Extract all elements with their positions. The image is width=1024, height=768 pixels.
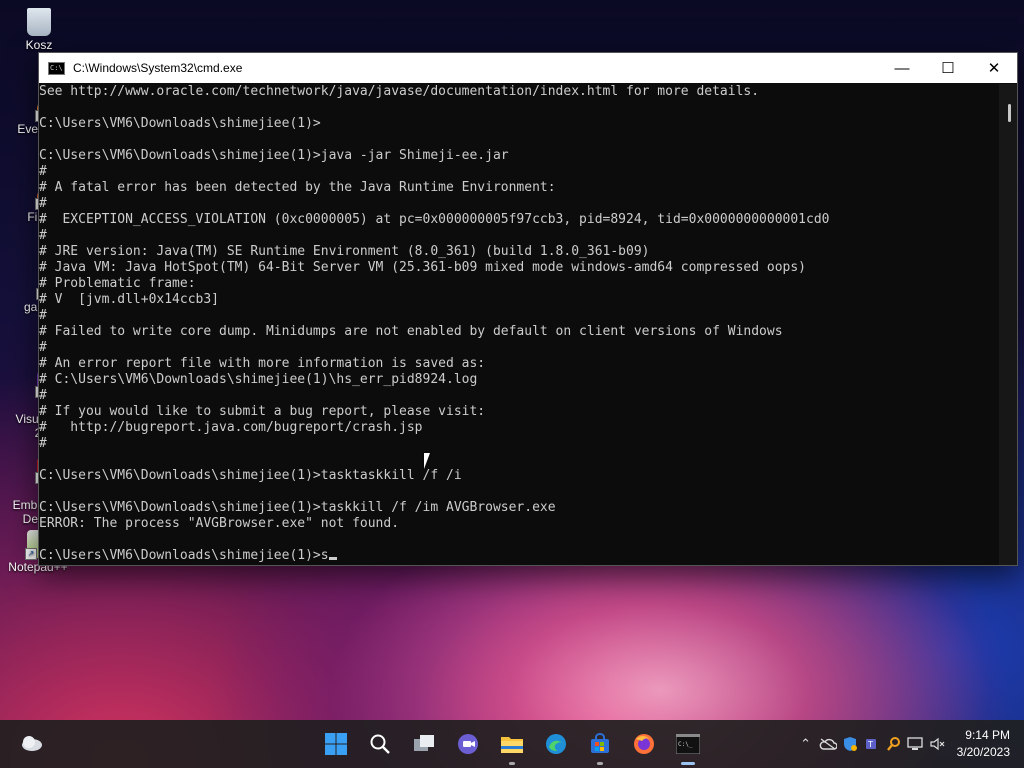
- terminal-button[interactable]: C:\_: [666, 720, 710, 768]
- close-icon: ✕: [987, 60, 1001, 77]
- console-line: # C:\Users\VM6\Downloads\shimejiee(1)\hs…: [39, 372, 478, 387]
- chat-icon: [458, 734, 478, 754]
- running-indicator: [681, 762, 695, 765]
- onedrive-icon[interactable]: [817, 720, 839, 768]
- running-indicator: [509, 762, 515, 765]
- clock-date: 3/20/2023: [956, 745, 1010, 759]
- console-line: C:\Users\VM6\Downloads\shimejiee(1)>: [39, 116, 321, 131]
- task-view-button[interactable]: [402, 720, 446, 768]
- close-button[interactable]: ✕: [971, 53, 1017, 83]
- teams-icon[interactable]: T: [861, 720, 883, 768]
- console-line: C:\Users\VM6\Downloads\shimejiee(1)>java…: [39, 148, 509, 163]
- mouse-cursor-icon: [424, 453, 430, 469]
- window-title: C:\Windows\System32\cmd.exe: [73, 61, 243, 75]
- edge-button[interactable]: [534, 720, 578, 768]
- running-indicator: [597, 762, 603, 765]
- system-tray: ⌃ T 9:14 PM 3/20/2023: [795, 720, 1024, 768]
- taskbar-apps: C:\_: [314, 720, 710, 768]
- console-line: # JRE version: Java(TM) SE Runtime Envir…: [39, 244, 650, 259]
- cmd-window[interactable]: C:\ C:\Windows\System32\cmd.exe — ☐ ✕ Se…: [38, 52, 1018, 566]
- window-titlebar[interactable]: C:\ C:\Windows\System32\cmd.exe — ☐ ✕: [39, 53, 1017, 83]
- console-line: #: [39, 388, 47, 403]
- svg-text:C:\_: C:\_: [678, 741, 693, 748]
- console-line: # http://bugreport.java.com/bugreport/cr…: [39, 420, 423, 435]
- console-line: #: [39, 196, 47, 211]
- svg-text:T: T: [867, 740, 873, 749]
- console-current-prompt[interactable]: C:\Users\VM6\Downloads\shimejiee(1)>s: [39, 548, 999, 564]
- store-icon: [591, 733, 609, 753]
- text-cursor: [328, 557, 337, 560]
- console-line: # Java VM: Java HotSpot(TM) 64-Bit Serve…: [39, 260, 807, 275]
- scrollbar-thumb[interactable]: [1008, 104, 1011, 122]
- search-button[interactable]: [358, 720, 402, 768]
- search-tool-icon[interactable]: [883, 720, 905, 768]
- maximize-icon: ☐: [941, 60, 955, 77]
- console-line: # A fatal error has been detected by the…: [39, 180, 556, 195]
- console-input-text: C:\Users\VM6\Downloads\shimejiee(1)>s: [39, 548, 329, 563]
- windows-logo-icon: [325, 733, 347, 755]
- taskbar-clock[interactable]: 9:14 PM 3/20/2023: [949, 727, 1024, 761]
- console-line: #: [39, 340, 47, 355]
- start-button[interactable]: [314, 720, 358, 768]
- console-line: ERROR: The process "AVGBrowser.exe" not …: [39, 516, 400, 531]
- network-icon[interactable]: [905, 720, 927, 768]
- cmd-icon: C:\_: [676, 734, 700, 754]
- console-line: # An error report file with more informa…: [39, 356, 486, 371]
- recycle-bin-icon: [27, 8, 51, 36]
- console-line: C:\Users\VM6\Downloads\shimejiee(1)>task…: [39, 468, 462, 483]
- desktop-icon-recycle-bin[interactable]: Kosz: [1, 8, 77, 52]
- console-line: #: [39, 436, 47, 451]
- task-view-icon: [414, 735, 434, 751]
- shortcut-arrow-icon: ↗: [25, 548, 37, 560]
- search-icon: [370, 734, 390, 754]
- console-line: #: [39, 164, 47, 179]
- minimize-icon: —: [894, 59, 910, 77]
- firefox-button[interactable]: [622, 720, 666, 768]
- console-line: # Failed to write core dump. Minidumps a…: [39, 324, 783, 339]
- console-line: C:\Users\VM6\Downloads\shimejiee(1)>task…: [39, 500, 556, 515]
- widgets-weather-icon[interactable]: [20, 732, 44, 754]
- volume-muted-icon[interactable]: [927, 720, 949, 768]
- chat-button[interactable]: [446, 720, 490, 768]
- cmd-app-icon: C:\: [48, 61, 65, 75]
- console-output[interactable]: See http://www.oracle.com/technetwork/ja…: [39, 84, 999, 565]
- console-line: #: [39, 308, 47, 323]
- clock-time: 9:14 PM: [965, 728, 1010, 742]
- console-line: #: [39, 228, 47, 243]
- console-line: # Problematic frame:: [39, 276, 196, 291]
- maximize-button[interactable]: ☐: [925, 53, 971, 83]
- console-line: # V [jvm.dll+0x14ccb3]: [39, 292, 220, 307]
- firefox-icon: [634, 734, 654, 754]
- store-button[interactable]: [578, 720, 622, 768]
- console-line: See http://www.oracle.com/technetwork/ja…: [39, 84, 760, 99]
- edge-icon: [546, 734, 566, 754]
- minimize-button[interactable]: —: [879, 53, 925, 83]
- taskbar: C:\_ ⌃ T 9:14 PM 3/20/2023: [0, 720, 1024, 768]
- file-explorer-button[interactable]: [490, 720, 534, 768]
- console-line: # If you would like to submit a bug repo…: [39, 404, 486, 419]
- desktop-icon-label: Kosz: [25, 38, 53, 52]
- chevron-up-icon[interactable]: ⌃: [795, 720, 817, 768]
- vertical-scrollbar[interactable]: [999, 84, 1017, 565]
- console-line: # EXCEPTION_ACCESS_VIOLATION (0xc0000005…: [39, 212, 830, 227]
- defender-icon[interactable]: [839, 720, 861, 768]
- folder-icon: [501, 737, 523, 753]
